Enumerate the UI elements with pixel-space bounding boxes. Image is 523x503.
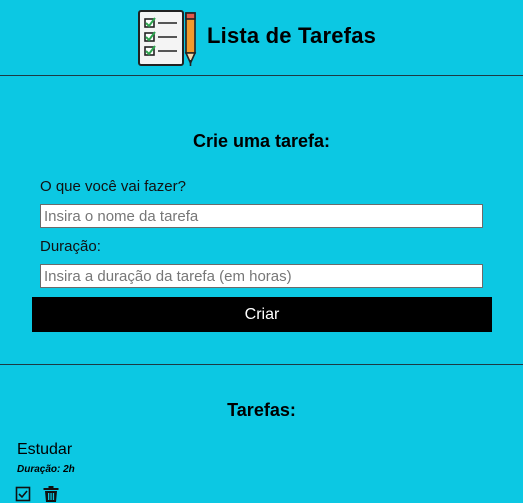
task-name-input[interactable] bbox=[40, 204, 483, 228]
tasks-title: Tarefas: bbox=[227, 400, 296, 420]
create-button[interactable]: Criar bbox=[32, 297, 492, 332]
task-name-label: O que você vai fazer? bbox=[40, 178, 186, 195]
duration-input[interactable] bbox=[40, 264, 483, 288]
checklist-pencil-icon bbox=[138, 10, 197, 66]
create-task-form: Crie uma tarefa: O que você vai fazer? D… bbox=[0, 77, 523, 365]
form-title: Crie uma tarefa: bbox=[192, 131, 331, 151]
duration-label: Duração: bbox=[40, 238, 101, 255]
app-header: Lista de Tarefas bbox=[0, 0, 523, 76]
app-title: Lista de Tarefas bbox=[207, 23, 377, 48]
task-duration: Duração: 2h bbox=[17, 464, 75, 475]
trash-icon[interactable] bbox=[42, 485, 60, 503]
task-name: Estudar bbox=[17, 441, 73, 458]
